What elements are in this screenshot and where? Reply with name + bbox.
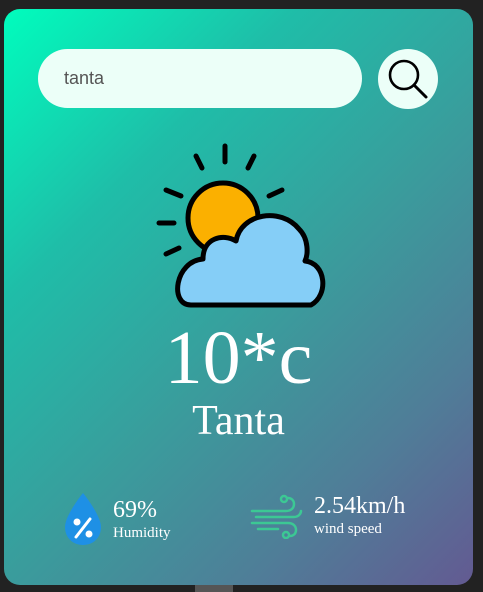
search-input[interactable] — [62, 67, 338, 90]
humidity-drop-icon — [65, 493, 101, 545]
temperature: 10*c — [164, 316, 313, 400]
scrollbar-thumb[interactable] — [195, 585, 233, 592]
weather-card: 10*c Tanta 69% Humidity 2.54km/h — [4, 9, 473, 585]
humidity-stat: 69% Humidity — [61, 491, 171, 547]
search-icon — [388, 59, 428, 99]
humidity-label: Humidity — [113, 525, 171, 541]
search-box[interactable] — [38, 49, 362, 108]
wind-speed-value: 2.54km/h — [314, 493, 406, 519]
city-name: Tanta — [192, 398, 285, 444]
wind-stat: 2.54km/h wind speed — [250, 491, 405, 539]
partly-cloudy-icon — [156, 143, 326, 308]
wind-icon — [250, 494, 303, 539]
search-button[interactable] — [378, 49, 438, 109]
wind-speed-label: wind speed — [314, 521, 382, 537]
humidity-value: 69% — [113, 497, 157, 523]
